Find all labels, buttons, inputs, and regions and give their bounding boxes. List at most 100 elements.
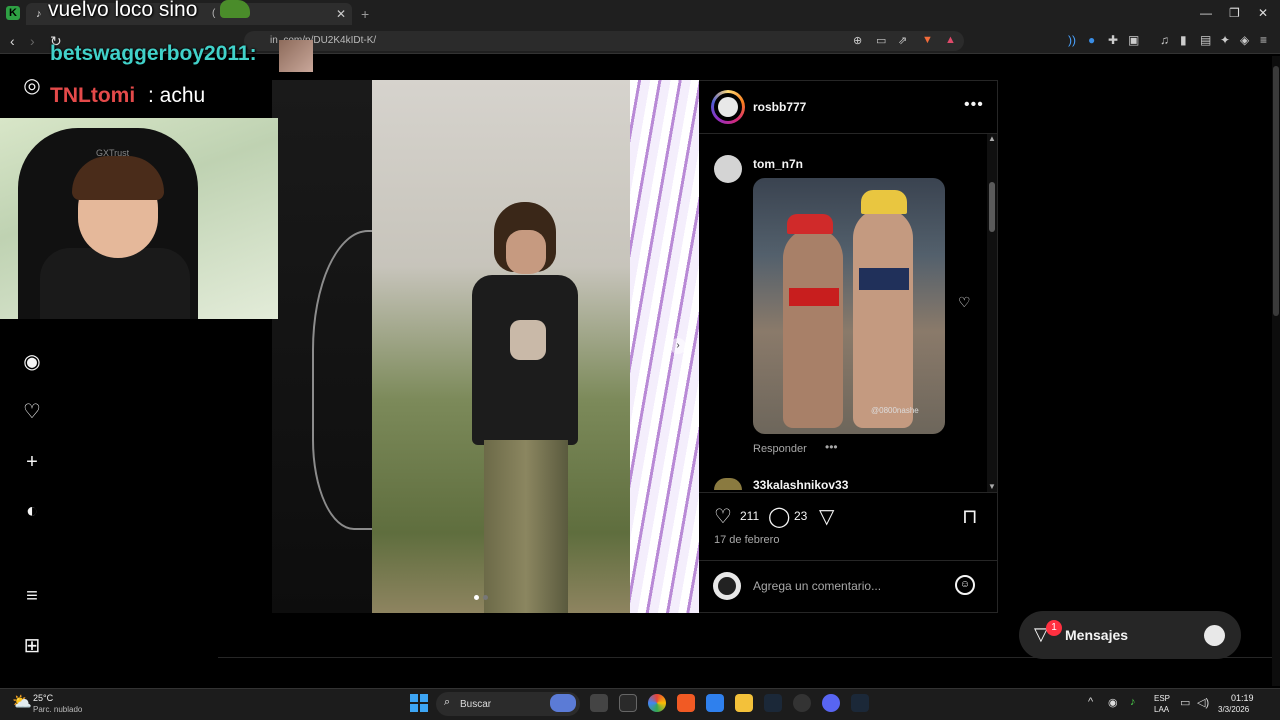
- tab-favicon-icon: ♪: [36, 8, 42, 20]
- rewards-icon[interactable]: ▲: [945, 34, 956, 46]
- task-view-icon[interactable]: [590, 694, 608, 712]
- back-icon[interactable]: ‹: [10, 33, 15, 49]
- forward-icon[interactable]: ›: [30, 33, 35, 49]
- gif-red-hat: [787, 214, 833, 234]
- footer-divider: [218, 657, 1278, 658]
- send-icon[interactable]: ▽: [819, 504, 834, 529]
- new-tab-icon[interactable]: +: [361, 6, 369, 22]
- notifications-icon[interactable]: ♡: [20, 400, 44, 424]
- next-image-icon[interactable]: ›: [670, 338, 686, 354]
- search-label: Buscar: [460, 699, 492, 710]
- scroll-up-icon[interactable]: ▲: [988, 134, 996, 143]
- gif-blue-top: [859, 268, 909, 290]
- threads-icon[interactable]: ⊞: [20, 634, 44, 658]
- comment-input[interactable]: [753, 577, 943, 595]
- browser-logo-icon: K: [6, 6, 20, 20]
- vpn-icon[interactable]: ●: [1088, 33, 1095, 47]
- tray-expand-icon[interactable]: ^: [1088, 696, 1093, 708]
- steam-alt-icon[interactable]: [851, 694, 869, 712]
- image-right-panel: [630, 80, 699, 613]
- share-icon[interactable]: ⇗: [898, 34, 907, 47]
- emoji-icon[interactable]: ☺: [955, 575, 975, 595]
- menu-icon[interactable]: ≡: [20, 584, 44, 608]
- comments-scroll-thumb[interactable]: [989, 182, 995, 232]
- comment-options-icon[interactable]: •••: [825, 440, 838, 454]
- clock-date[interactable]: 3/3/2026: [1218, 705, 1249, 714]
- comments-count[interactable]: 23: [794, 509, 807, 523]
- profile-icon[interactable]: ◐: [20, 499, 44, 523]
- chat-username-2: TNLtomi: [50, 84, 136, 107]
- sidebar-toggle-icon[interactable]: ▮: [1180, 33, 1187, 47]
- tray-discord-icon[interactable]: ◉: [1108, 696, 1118, 709]
- minimize-icon[interactable]: —: [1200, 6, 1212, 20]
- start-button[interactable]: [410, 694, 428, 712]
- weather-desc[interactable]: Parc. nublado: [33, 705, 82, 714]
- tab-close-icon[interactable]: ✕: [336, 7, 346, 21]
- post-date[interactable]: 17 de febrero: [714, 534, 779, 546]
- brave-icon[interactable]: [677, 694, 695, 712]
- author-avatar-image: [718, 97, 738, 117]
- microphone-icon[interactable]: ♪: [1130, 696, 1136, 708]
- current-user-avatar-image: [718, 577, 736, 595]
- page-scroll-thumb[interactable]: [1273, 66, 1279, 316]
- maximize-icon[interactable]: ❐: [1229, 6, 1240, 20]
- sidebar-panel-icon[interactable]: ▣: [1128, 33, 1139, 47]
- post-image[interactable]: ›: [272, 80, 699, 613]
- keyboard-layout[interactable]: LAA: [1154, 705, 1169, 714]
- clock-time[interactable]: 01:19: [1231, 693, 1254, 703]
- reader-icon[interactable]: ▭: [876, 34, 886, 47]
- like-icon[interactable]: ♡: [714, 504, 732, 529]
- reply-link[interactable]: Responder: [753, 443, 807, 455]
- language-indicator[interactable]: ESP: [1154, 694, 1170, 703]
- wallet-icon[interactable]: ▤: [1200, 33, 1211, 47]
- search-highlight-icon[interactable]: [550, 694, 576, 712]
- media-icon[interactable]: ♫: [1160, 33, 1169, 47]
- more-options-icon[interactable]: •••: [964, 96, 984, 114]
- comment-username[interactable]: tom_n7n: [753, 157, 803, 171]
- create-icon[interactable]: +: [20, 450, 44, 474]
- weather-icon[interactable]: ⛅: [12, 692, 32, 712]
- stream-overlay-title: vuelvo loco sino: [48, 0, 198, 21]
- audio-extension-icon[interactable]: )): [1068, 33, 1076, 47]
- comment-like-icon[interactable]: ♡: [958, 294, 971, 311]
- volume-icon[interactable]: ◁): [1197, 696, 1209, 709]
- explore-icon[interactable]: ◉: [20, 350, 44, 374]
- likes-count[interactable]: 211: [740, 509, 759, 523]
- input-divider: [699, 560, 998, 561]
- post-author-username[interactable]: rosbb777: [753, 100, 806, 114]
- save-icon[interactable]: ⊓: [962, 504, 978, 529]
- gif-yellow-hat: [861, 190, 907, 214]
- webcam-overlay: GXTrust: [0, 118, 278, 319]
- close-window-icon[interactable]: ✕: [1258, 6, 1268, 20]
- comment-gif[interactable]: @0800nashe: [753, 178, 945, 434]
- chrome-icon[interactable]: [648, 694, 666, 712]
- gif-red-top: [789, 288, 839, 306]
- vpn-shield-icon[interactable]: ◈: [1240, 33, 1249, 47]
- epic-games-icon[interactable]: [619, 694, 637, 712]
- file-explorer-icon[interactable]: [735, 694, 753, 712]
- scroll-down-icon[interactable]: ▼: [988, 482, 996, 491]
- instagram-logo-icon[interactable]: ◎: [20, 74, 44, 98]
- leo-ai-icon[interactable]: ✦: [1220, 33, 1230, 47]
- carousel-dot-active: [474, 595, 479, 600]
- discord-icon[interactable]: [822, 694, 840, 712]
- image-person-shirt: [472, 275, 578, 445]
- weather-temp[interactable]: 25°C: [33, 693, 53, 703]
- steam-icon[interactable]: [764, 694, 782, 712]
- network-icon[interactable]: ▭: [1180, 696, 1190, 709]
- chat-message-2: : achu: [148, 84, 206, 107]
- comment-username-2[interactable]: 33kalashnikov33: [753, 478, 848, 492]
- zoom-icon[interactable]: ⊕: [853, 34, 862, 47]
- browser-menu-icon[interactable]: ≡: [1260, 33, 1267, 47]
- brave-shield-icon[interactable]: ▼: [922, 34, 933, 46]
- store-icon[interactable]: [706, 694, 724, 712]
- carousel-dot: [483, 595, 488, 600]
- extensions-icon[interactable]: ✚: [1108, 33, 1118, 47]
- header-divider: [699, 133, 998, 134]
- app-icon[interactable]: [793, 694, 811, 712]
- comment-icon[interactable]: ◯: [768, 504, 790, 529]
- pepe-emote-icon: [220, 0, 250, 18]
- comment-avatar[interactable]: [714, 155, 742, 183]
- messages-label[interactable]: Mensajes: [1065, 627, 1128, 643]
- chat-image-thumbnail: [279, 40, 313, 72]
